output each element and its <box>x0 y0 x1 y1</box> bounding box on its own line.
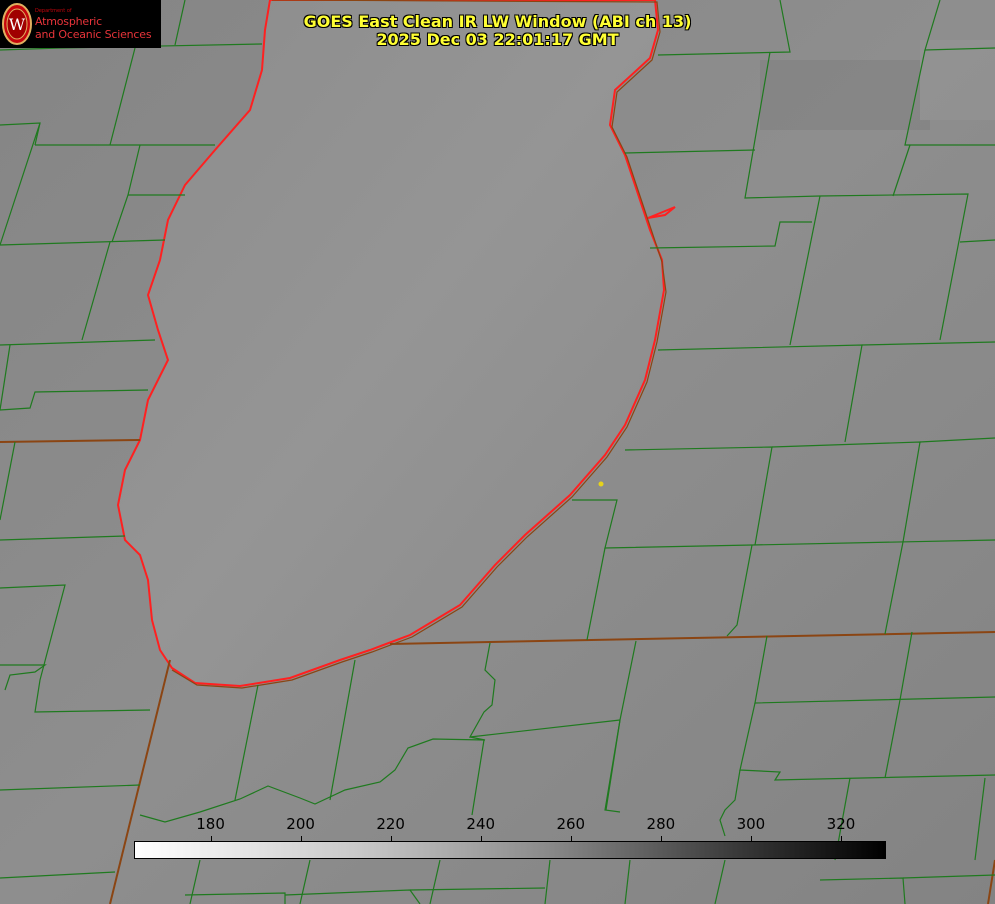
satellite-map <box>0 0 995 904</box>
colorbar-tick-label: 320 <box>826 815 856 833</box>
colorbar <box>134 841 886 859</box>
colorbar-tick-label: 180 <box>196 815 225 833</box>
map-timestamp: 2025 Dec 03 22:01:17 GMT <box>376 30 619 49</box>
colorbar-tick-label: 200 <box>286 815 315 833</box>
colorbar-tick-label: 280 <box>646 815 676 833</box>
colorbar-tick-label: 220 <box>376 815 405 833</box>
map-title: GOES East Clean IR LW Window (ABI ch 13) <box>303 12 692 31</box>
colorbar-tick-label: 260 <box>556 815 586 833</box>
location-marker <box>598 481 604 487</box>
colorbar-tick-label: 300 <box>736 815 766 833</box>
colorbar-tick-label: 240 <box>466 815 496 833</box>
